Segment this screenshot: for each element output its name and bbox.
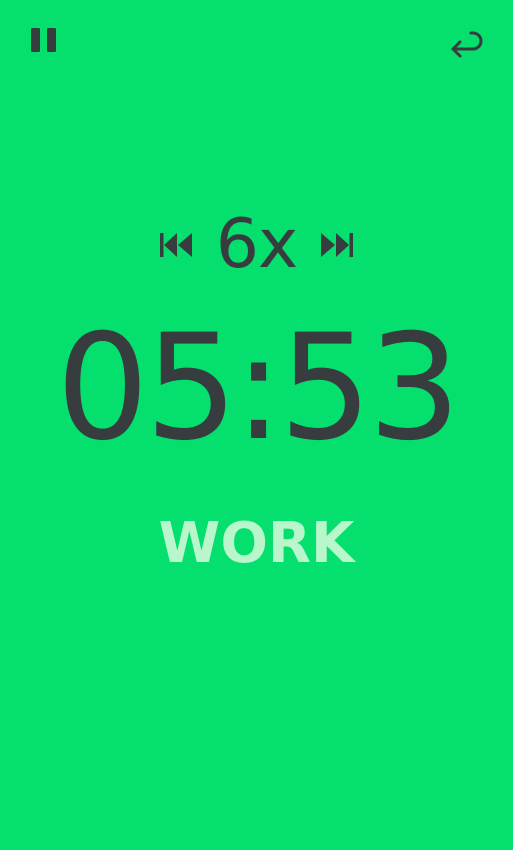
- rounds-control: 6x: [0, 200, 513, 290]
- rounds-count: 6x: [215, 205, 299, 284]
- back-button[interactable]: [442, 22, 490, 66]
- skip-next-icon: [321, 233, 354, 257]
- countdown-timer: 05:53: [56, 303, 461, 473]
- previous-round-button[interactable]: [154, 223, 198, 267]
- next-round-button[interactable]: [315, 223, 359, 267]
- pause-button[interactable]: [22, 20, 66, 60]
- phase-label: WORK: [158, 511, 355, 576]
- timer-screen: 6x 05:53 WORK: [0, 0, 513, 850]
- skip-previous-icon: [159, 233, 192, 257]
- pause-icon: [31, 28, 56, 52]
- return-arrow-icon: [451, 31, 483, 58]
